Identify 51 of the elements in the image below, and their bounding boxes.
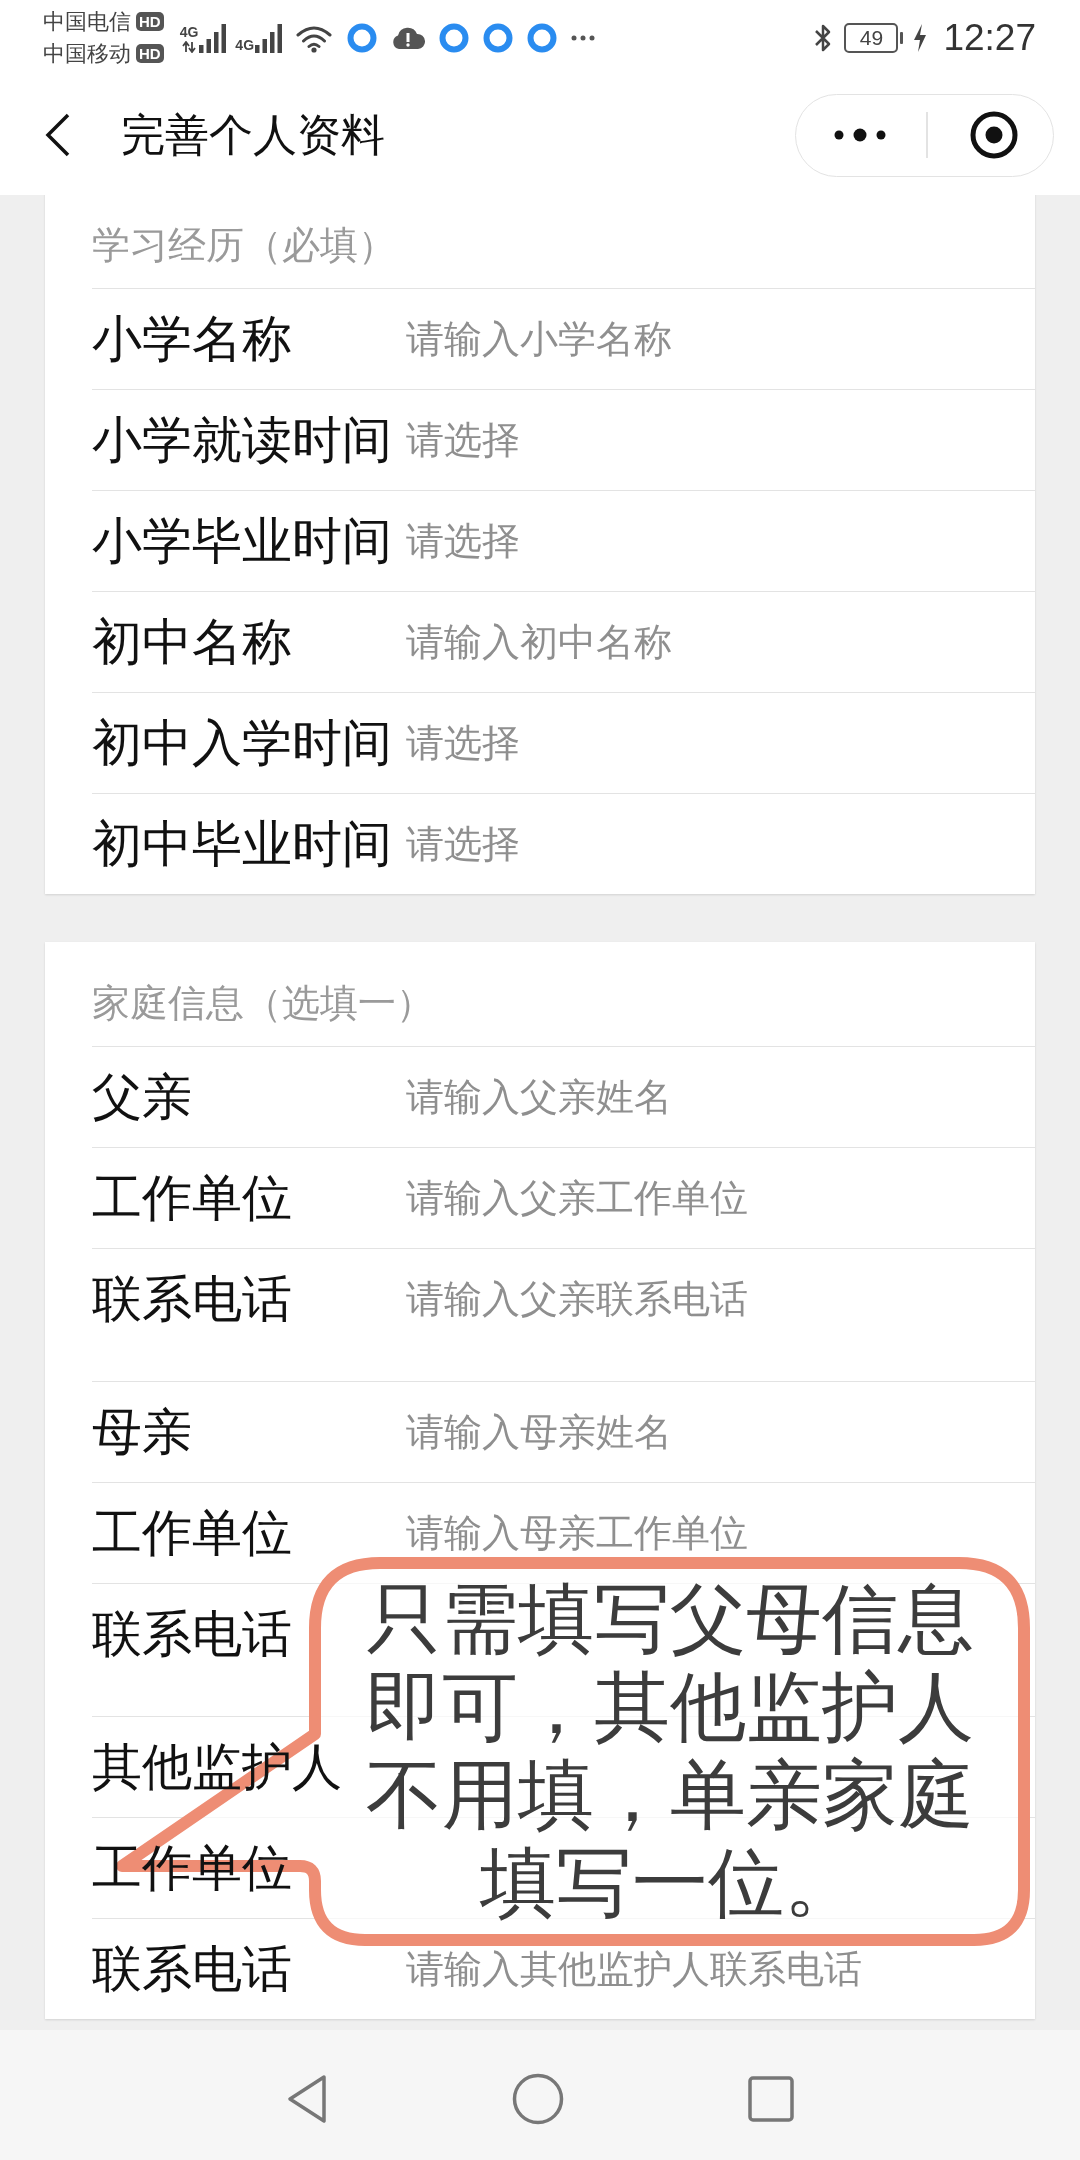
input-field[interactable]: 请输入其他监护人联系电话 [406, 1947, 1005, 1991]
signal-bars-icon [199, 22, 228, 53]
section-title: 家庭信息（选填一） [91, 980, 435, 1027]
ring-icon [483, 22, 514, 53]
network-type-label: 4G [179, 24, 199, 40]
input-field[interactable]: 请输入母亲工作单位 [406, 1511, 1005, 1555]
ring-icon [439, 22, 470, 53]
more-icon [571, 34, 596, 41]
input-field[interactable]: 请选择 [406, 418, 1005, 462]
field-label: 工作单位 [92, 1168, 292, 1228]
field-label: 初中毕业时间 [92, 814, 392, 874]
field-label: 小学毕业时间 [92, 511, 392, 571]
field-label: 小学就读时间 [92, 410, 392, 470]
field-label: 联系电话 [92, 1269, 292, 1329]
battery-indicator: 49 [844, 22, 904, 53]
recents-icon[interactable] [748, 2076, 794, 2122]
field-label: 初中名称 [92, 612, 292, 672]
charging-bolt-icon [913, 23, 928, 52]
back-icon[interactable] [45, 113, 71, 157]
page-title: 完善个人资料 [121, 107, 385, 162]
carrier-name: 中国电信 [43, 8, 131, 35]
signal-bars-icon [255, 22, 284, 53]
input-field[interactable]: 请输入父亲工作单位 [406, 1176, 1005, 1220]
ring-icon [527, 22, 558, 53]
network-badge: HD [136, 44, 164, 63]
network-badge: HD [136, 12, 164, 31]
field-label: 联系电话 [92, 1604, 292, 1664]
callout-text: 只需填写父母信息即可，其他监护人不用填，单亲家庭填写一位。 [365, 1575, 975, 1927]
ring-icon [347, 22, 378, 53]
input-field[interactable]: 请选择 [406, 519, 1005, 563]
field-label: 初中入学时间 [92, 713, 392, 773]
network-type-label: 4G [235, 37, 255, 53]
input-field[interactable]: 请选择 [406, 822, 1005, 866]
target-icon[interactable] [969, 111, 1018, 159]
more-icon[interactable] [834, 128, 886, 142]
input-field[interactable]: 请输入母亲姓名 [406, 1410, 1005, 1454]
section-title: 学习经历（必填） [91, 222, 397, 269]
input-field[interactable]: 请输入父亲联系电话 [406, 1277, 1005, 1321]
field-label: 联系电话 [92, 1939, 292, 1999]
input-field[interactable]: 请输入父亲姓名 [406, 1075, 1005, 1119]
input-field[interactable]: 请输入初中名称 [406, 620, 1005, 664]
carrier-name: 中国移动 [43, 40, 131, 67]
field-label: 母亲 [92, 1402, 192, 1462]
field-label: 小学名称 [92, 309, 292, 369]
input-field[interactable]: 请输入小学名称 [406, 317, 1005, 361]
clock-time: 12:27 [943, 16, 1036, 59]
input-field[interactable]: 请选择 [406, 721, 1005, 765]
field-label: 父亲 [92, 1067, 192, 1127]
home-icon[interactable] [512, 2073, 564, 2125]
field-label: 工作单位 [92, 1503, 292, 1563]
cloud-alert-icon [391, 25, 426, 50]
